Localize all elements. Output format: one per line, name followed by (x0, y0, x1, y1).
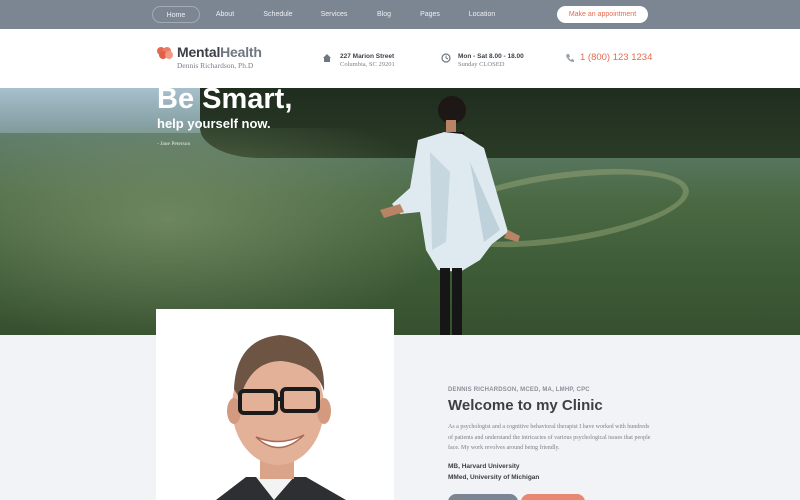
phone-icon (566, 54, 574, 63)
logo-subtitle: Dennis Richardson, Ph.D (177, 61, 254, 70)
address-street: 227 Marion Street (340, 53, 395, 60)
address-city: Columbia, SC 29201 (340, 61, 395, 68)
nav-services[interactable]: Services (316, 6, 352, 23)
home-icon (323, 54, 331, 62)
doctor-photo-card (156, 309, 394, 500)
about-description: As a psychologist and a cognitive behavi… (448, 424, 651, 451)
doctor-credentials: DENNIS RICHARDSON, MCED, MA, LMHP, CPC (448, 387, 590, 393)
hero-title: Be Smart, (157, 83, 293, 115)
welcome-heading: Welcome to my Clinic (448, 397, 603, 414)
top-navigation: Home About Schedule Services Blog Pages … (0, 0, 800, 29)
gray-cta-button[interactable] (448, 494, 518, 500)
nav-location[interactable]: Location (466, 6, 498, 23)
brain-logo-icon[interactable] (156, 46, 174, 60)
hero-quote-author: - Jane Peterson (157, 141, 191, 147)
hero-woman-image (380, 96, 520, 335)
nav-about[interactable]: About (208, 6, 242, 23)
clock-icon (441, 53, 451, 63)
logo-wordmark[interactable]: MentalHealth (177, 44, 262, 60)
education-item: MB, Harvard University (448, 463, 520, 470)
nav-home[interactable]: Home (152, 6, 200, 23)
nav-schedule[interactable]: Schedule (258, 6, 298, 23)
hours-weekdays: Mon - Sat 8.00 - 18.00 (458, 53, 524, 60)
make-appointment-button[interactable]: Make an appointment (557, 6, 648, 23)
doctor-portrait-image (156, 309, 394, 500)
site-header: MentalHealth Dennis Richardson, Ph.D 227… (0, 29, 800, 88)
nav-pages[interactable]: Pages (417, 6, 443, 23)
education-item: MMed, University of Michigan (448, 474, 540, 481)
phone-number[interactable]: 1 (800) 123 1234 (580, 52, 652, 63)
hours-sunday: Sunday CLOSED (458, 61, 505, 68)
nav-blog[interactable]: Blog (372, 6, 396, 23)
hero-subtitle: help yourself now. (157, 116, 271, 131)
orange-cta-button[interactable] (521, 494, 585, 500)
